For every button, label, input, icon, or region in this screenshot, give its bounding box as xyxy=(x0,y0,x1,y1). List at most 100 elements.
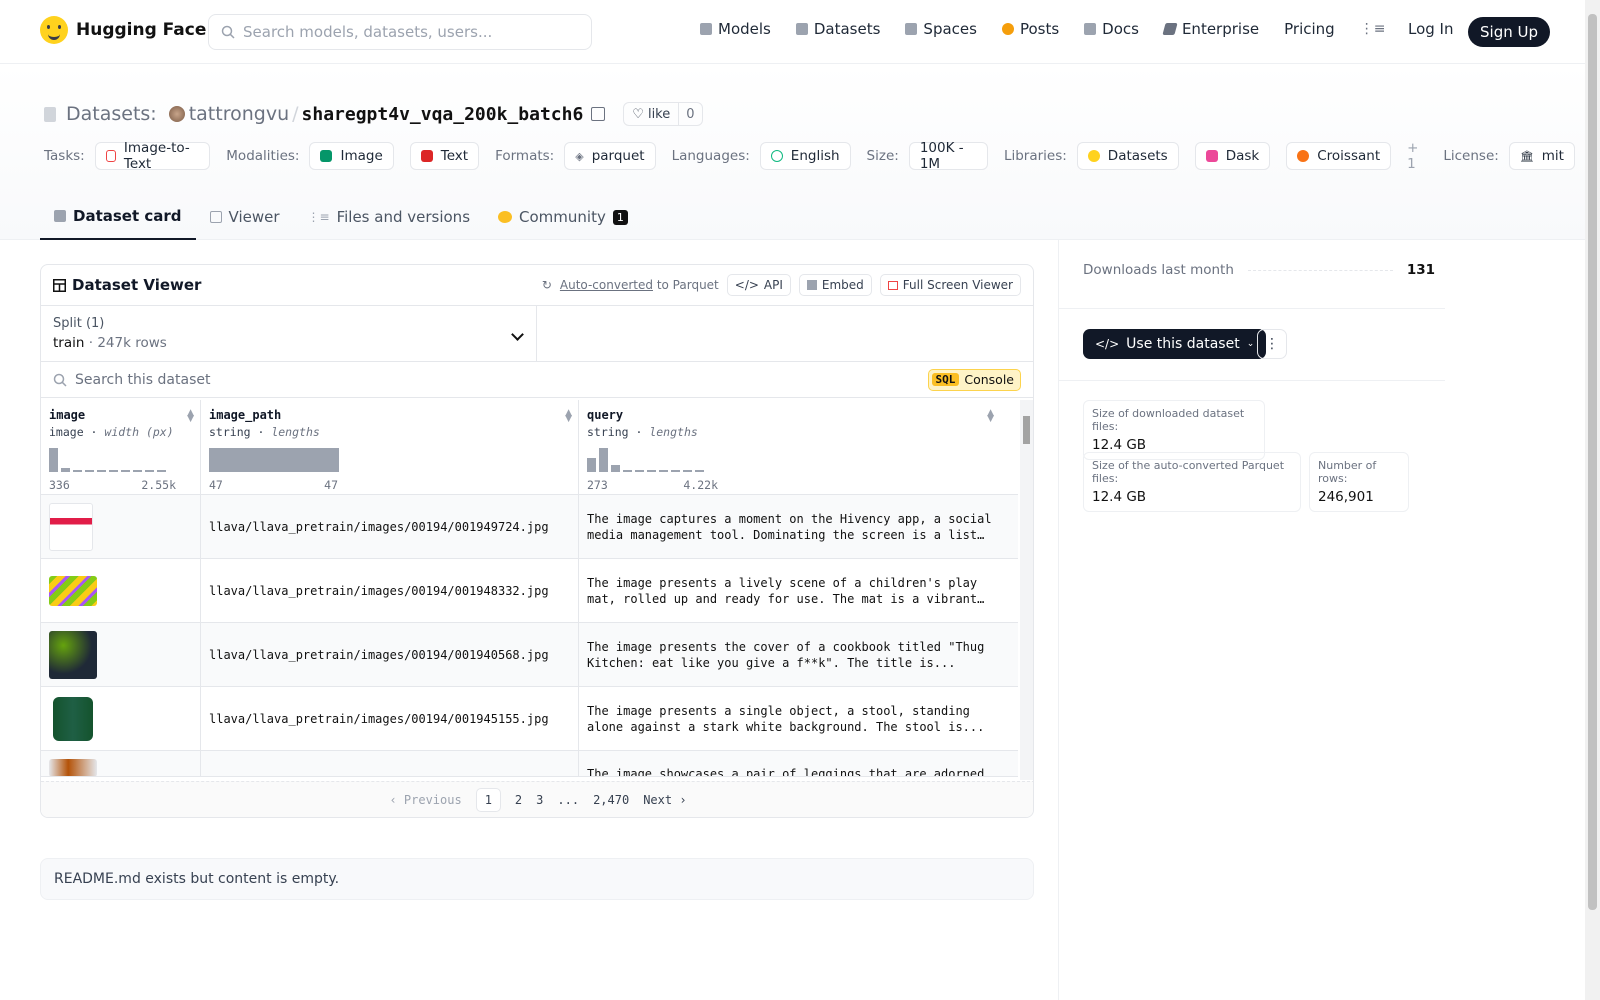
column-type: string xyxy=(587,425,629,439)
image-cell[interactable] xyxy=(41,495,201,558)
page-scrollbar-thumb[interactable] xyxy=(1588,14,1597,910)
query-cell[interactable]: The image showcases a pair of leggings t… xyxy=(579,751,1000,776)
nav-label: Spaces xyxy=(923,20,977,38)
dataset-name[interactable]: sharegpt4v_vqa_200k_batch6 xyxy=(302,104,584,125)
globe-icon xyxy=(770,150,783,162)
global-search-input[interactable] xyxy=(243,23,573,41)
nav-enterprise[interactable]: Enterprise xyxy=(1162,20,1259,38)
page-3-button[interactable]: 3 xyxy=(536,793,543,807)
nav-posts[interactable]: Posts xyxy=(1001,20,1059,38)
sql-console-button[interactable]: SQL Console xyxy=(927,368,1021,391)
nav-docs[interactable]: Docs xyxy=(1084,20,1139,38)
tag-modality-image[interactable]: Image xyxy=(309,142,394,170)
image-cell[interactable] xyxy=(41,559,201,622)
image-path-cell[interactable] xyxy=(201,751,579,776)
tag-size[interactable]: 100K - 1M xyxy=(908,140,988,172)
embed-button[interactable]: Embed xyxy=(798,274,872,296)
table-row[interactable]: The image showcases a pair of leggings t… xyxy=(41,751,1018,777)
signup-button[interactable]: Sign Up xyxy=(1468,17,1550,47)
use-this-dataset-button[interactable]: </> Use this dataset ⌄ xyxy=(1083,329,1267,359)
tag-library-dask[interactable]: Dask xyxy=(1194,142,1271,170)
tag-library-datasets[interactable]: Datasets xyxy=(1076,142,1179,170)
tag-modality-text[interactable]: Text xyxy=(409,142,480,170)
image-cell[interactable] xyxy=(41,751,201,776)
dataset-search-input[interactable]: Search this dataset xyxy=(75,372,210,388)
nav-models[interactable]: Models xyxy=(700,20,771,38)
downloads-count: 131 xyxy=(1406,262,1435,278)
global-search[interactable] xyxy=(208,14,592,50)
api-button[interactable]: </> API xyxy=(726,274,791,296)
owner-link[interactable]: tattrongvu xyxy=(189,103,289,125)
column-header-query[interactable]: query string · lengths ▲ ▼ 273 4.22k xyxy=(579,400,1000,494)
image-cell[interactable] xyxy=(41,687,201,750)
tag-license[interactable]: 🏛 mit xyxy=(1508,142,1575,170)
image-path-cell[interactable]: llava/llava_pretrain/images/00194/001940… xyxy=(201,623,579,686)
page-ellipsis: ... xyxy=(557,792,580,807)
query-cell[interactable]: The image presents a lively scene of a c… xyxy=(579,559,1000,622)
readme-notice: README.md exists but content is empty. xyxy=(40,858,1034,900)
query-cell[interactable]: The image captures a moment on the Hiven… xyxy=(579,495,1000,558)
image-thumbnail[interactable] xyxy=(49,575,97,606)
image-cell[interactable] xyxy=(41,623,201,686)
column-stat: width (px) xyxy=(104,425,174,439)
table-scrollbar[interactable] xyxy=(1020,400,1033,780)
home-logo-link[interactable]: Hugging Face xyxy=(40,16,206,44)
tag-task[interactable]: Image-to-Text xyxy=(94,140,211,172)
table-row[interactable]: llava/llava_pretrain/images/00194/001948… xyxy=(41,559,1018,623)
page-1-button[interactable]: 1 xyxy=(475,787,501,812)
like-label: like xyxy=(647,106,671,122)
table-row[interactable]: llava/llava_pretrain/images/00194/001949… xyxy=(41,495,1018,559)
table-row[interactable]: llava/llava_pretrain/images/00194/001945… xyxy=(41,687,1018,751)
tab-viewer[interactable]: Viewer xyxy=(196,194,294,240)
sort-icon[interactable]: ▲ ▼ xyxy=(565,409,572,424)
query-cell[interactable]: The image presents the cover of a cookbo… xyxy=(579,623,1000,686)
like-button[interactable]: ♡ like 0 xyxy=(623,102,703,126)
sql-tag: SQL xyxy=(931,373,960,386)
table-row[interactable]: llava/llava_pretrain/images/00194/001940… xyxy=(41,623,1018,687)
tab-dataset-card[interactable]: Dataset card xyxy=(40,194,196,240)
histogram-bar xyxy=(695,470,704,472)
auto-converted-link[interactable]: Auto-converted xyxy=(560,278,653,292)
last-page-button[interactable]: 2,470 xyxy=(593,793,629,807)
fullscreen-viewer-button[interactable]: Full Screen Viewer xyxy=(879,274,1021,296)
tag-format[interactable]: ◈ parquet xyxy=(564,142,656,170)
nav-datasets[interactable]: Datasets xyxy=(795,20,880,38)
tag-library-croissant[interactable]: Croissant xyxy=(1286,142,1392,170)
image-thumbnail[interactable] xyxy=(49,759,97,776)
nav-pricing[interactable]: Pricing xyxy=(1284,20,1335,38)
split-dot: · xyxy=(88,335,94,351)
image-thumbnail[interactable] xyxy=(49,630,97,679)
next-label: Next xyxy=(643,792,673,807)
page-scrollbar[interactable] xyxy=(1585,0,1600,1000)
image-thumbnail[interactable] xyxy=(53,696,93,741)
copy-icon[interactable] xyxy=(591,107,606,121)
nav-spaces[interactable]: Spaces xyxy=(905,20,977,38)
login-link[interactable]: Log In xyxy=(1408,20,1454,38)
sort-icon[interactable]: ▲ ▼ xyxy=(987,409,994,424)
more-libraries-link[interactable]: + 1 xyxy=(1407,140,1427,172)
tab-files-and-versions[interactable]: ⋮≡ Files and versions xyxy=(294,194,485,240)
scrollbar-thumb[interactable] xyxy=(1023,416,1030,444)
tab-label: Viewer xyxy=(228,208,280,226)
image-path-cell[interactable]: llava/llava_pretrain/images/00194/001945… xyxy=(201,687,579,750)
image-thumbnail[interactable] xyxy=(49,502,93,551)
tab-community[interactable]: Community 1 xyxy=(484,194,642,240)
previous-page-button[interactable]: ‹ Previous xyxy=(389,793,461,807)
more-menu-icon[interactable]: ⋮≡ xyxy=(1360,21,1386,37)
image-path-cell[interactable]: llava/llava_pretrain/images/00194/001949… xyxy=(201,495,579,558)
dataset-search[interactable]: Search this dataset SQL Console xyxy=(41,362,1033,398)
column-header-image[interactable]: image image · width (px) ▲ ▼ 336 2.55k xyxy=(41,400,201,494)
page-2-button[interactable]: 2 xyxy=(515,793,522,807)
image-path-cell[interactable]: llava/llava_pretrain/images/00194/001948… xyxy=(201,559,579,622)
sort-icon[interactable]: ▲ ▼ xyxy=(187,409,194,424)
split-selector[interactable]: Split (1) train · 247k rows xyxy=(41,306,537,361)
more-options-button[interactable]: ⋮ xyxy=(1257,329,1287,359)
bank-icon: 🏛 xyxy=(1519,149,1534,163)
datasets-section-link[interactable]: Datasets: xyxy=(66,103,157,125)
query-cell[interactable]: The image presents a single object, a st… xyxy=(579,687,1000,750)
dask-icon xyxy=(1205,150,1218,162)
next-page-button[interactable]: Next › xyxy=(643,793,686,807)
posts-icon xyxy=(1001,23,1014,35)
column-header-image-path[interactable]: image_path string · lengths ▲ ▼ 47 47 xyxy=(201,400,579,494)
tag-language[interactable]: English xyxy=(759,142,851,170)
